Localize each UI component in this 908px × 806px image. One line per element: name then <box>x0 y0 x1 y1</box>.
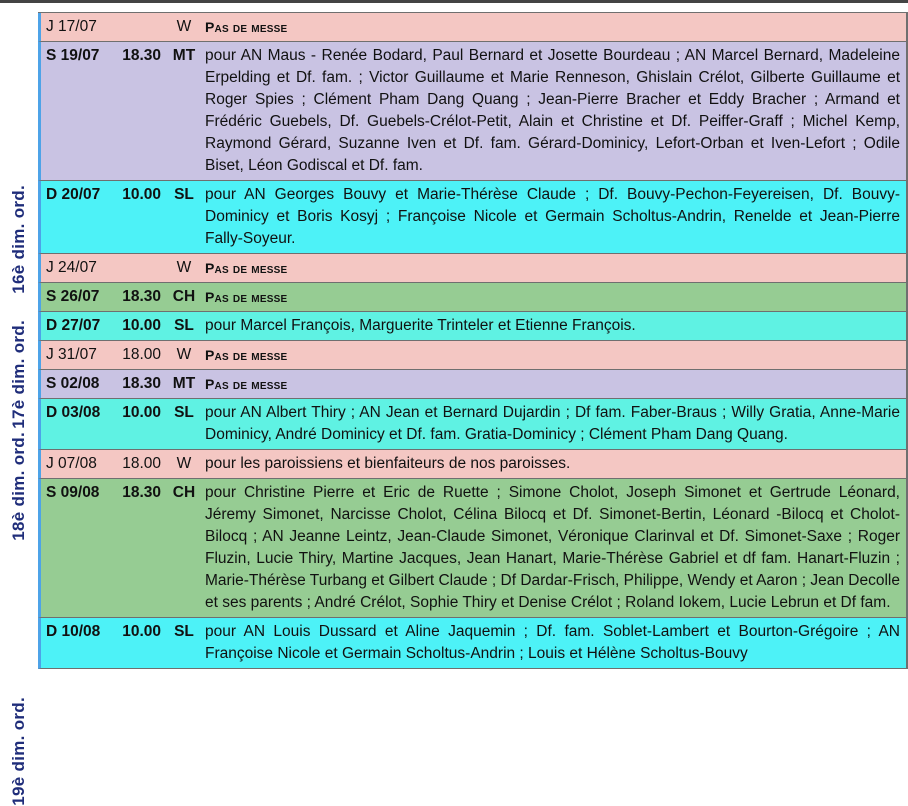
row-intention: Pas de messe <box>205 347 288 363</box>
row-church: SL <box>174 623 194 640</box>
row-church: W <box>176 455 192 472</box>
row-time: 18.30 <box>122 484 161 501</box>
row-church: W <box>176 259 192 276</box>
row-intention: pour Christine Pierre et Eric de Ruette … <box>205 484 900 611</box>
week-label-16: 16è dim. ord. <box>9 185 28 294</box>
row-time: 18.00 <box>122 455 161 472</box>
row-church: SL <box>174 404 194 421</box>
row-date: J 24/07 <box>46 259 97 276</box>
row-date: J 31/07 <box>46 346 97 363</box>
table-row: S 09/08 18.30 CH pour Christine Pierre e… <box>38 479 906 618</box>
row-intention: Pas de messe <box>205 289 288 305</box>
row-intention: Pas de messe <box>205 260 288 276</box>
row-intention: pour Marcel François, Marguerite Trintel… <box>205 317 636 334</box>
row-time: 18.00 <box>122 346 161 363</box>
week-label-17: 17è dim. ord. <box>9 320 28 429</box>
row-church: CH <box>172 288 196 305</box>
row-time: 10.00 <box>122 186 161 203</box>
row-intention: pour AN Maus - Renée Bodard, Paul Bernar… <box>205 47 900 174</box>
row-time: 18.30 <box>122 47 161 64</box>
row-time <box>111 254 163 282</box>
row-time: 18.30 <box>122 375 161 392</box>
row-time: 18.30 <box>122 288 161 305</box>
week-label-19: 19è dim. ord. <box>9 697 28 806</box>
row-intention: Pas de messe <box>205 19 288 35</box>
mass-schedule-table: J 17/07 W Pas de messe S 19/07 18.30 MT … <box>38 12 908 669</box>
row-date: S 19/07 <box>46 47 100 64</box>
row-church: SL <box>174 186 194 203</box>
row-date: S 26/07 <box>46 288 100 305</box>
row-date: S 02/08 <box>46 375 100 392</box>
row-date: D 27/07 <box>46 317 101 334</box>
row-time: 10.00 <box>122 317 161 334</box>
table-row: J 07/08 18.00 W pour les paroissiens et … <box>38 450 906 479</box>
table-row: J 17/07 W Pas de messe <box>38 13 906 42</box>
row-church: MT <box>172 375 196 392</box>
row-time: 10.00 <box>122 623 161 640</box>
row-church: MT <box>172 47 196 64</box>
table-row: D 27/07 10.00 SL pour Marcel François, M… <box>38 312 906 341</box>
row-intention: pour les paroissiens et bienfaiteurs de … <box>205 455 571 472</box>
row-date: J 17/07 <box>46 18 97 35</box>
row-date: D 03/08 <box>46 404 101 421</box>
row-church: W <box>176 18 192 35</box>
row-time: 10.00 <box>122 404 161 421</box>
row-intention: pour AN Louis Dussard et Aline Jaquemin … <box>205 623 900 662</box>
table-row: J 31/07 18.00 W Pas de messe <box>38 341 906 370</box>
row-time <box>111 13 163 41</box>
table-row: D 03/08 10.00 SL pour AN Albert Thiry ; … <box>38 399 906 450</box>
row-intention: pour AN Albert Thiry ; AN Jean et Bernar… <box>205 404 900 443</box>
week-sidebar: 16è dim. ord. 17è dim. ord. 18è dim. ord… <box>0 12 38 806</box>
row-intention: pour AN Georges Bouvy et Marie-Thérèse C… <box>205 186 900 247</box>
row-date: J 07/08 <box>46 455 97 472</box>
row-church: CH <box>172 484 196 501</box>
week-label-18: 18è dim. ord. <box>9 432 28 541</box>
table-row: S 26/07 18.30 CH Pas de messe <box>38 283 906 312</box>
table-row: D 20/07 10.00 SL pour AN Georges Bouvy e… <box>38 181 906 254</box>
row-intention: Pas de messe <box>205 376 288 392</box>
row-date: D 20/07 <box>46 186 101 203</box>
table-row: S 19/07 18.30 MT pour AN Maus - Renée Bo… <box>38 42 906 181</box>
row-date: D 10/08 <box>46 623 101 640</box>
table-row: S 02/08 18.30 MT Pas de messe <box>38 370 906 399</box>
row-date: S 09/08 <box>46 484 100 501</box>
top-border <box>0 0 908 3</box>
table-row: J 24/07 W Pas de messe <box>38 254 906 283</box>
row-church: SL <box>174 317 194 334</box>
row-church: W <box>176 346 192 363</box>
table-row: D 10/08 10.00 SL pour AN Louis Dussard e… <box>38 618 906 669</box>
